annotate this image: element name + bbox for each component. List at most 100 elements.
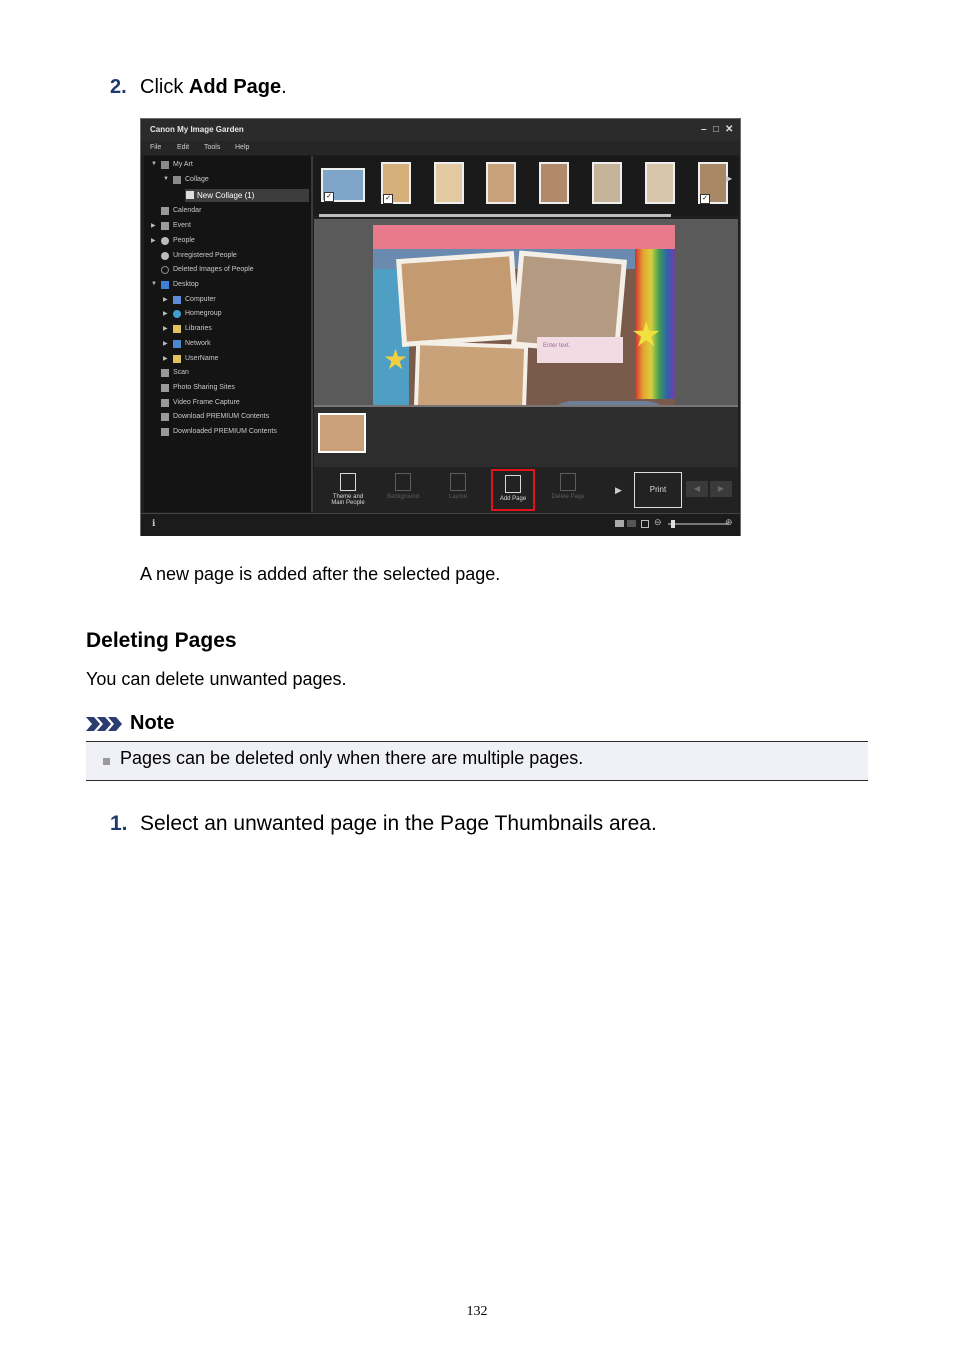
page-thumbnails-area	[314, 405, 738, 469]
downloaded-icon	[161, 428, 169, 436]
menu-help[interactable]: Help	[235, 144, 249, 151]
toolbar-expand-icon[interactable]: ▶	[615, 485, 622, 496]
section-intro: You can delete unwanted pages.	[86, 669, 347, 689]
theme-main-people-button[interactable]: Theme and Main People	[326, 469, 370, 511]
collage-text-placeholder[interactable]: Enter text.	[543, 343, 570, 349]
tree-item-download-premium[interactable]: Download PREMIUM Contents	[161, 413, 269, 421]
menu-file[interactable]: File	[150, 144, 161, 151]
menu-bar: File Edit Tools Help	[141, 141, 740, 155]
homegroup-icon	[173, 310, 181, 318]
bullet-icon	[103, 758, 110, 765]
zoom-slider[interactable]	[668, 523, 728, 525]
tree-item-video-frame-capture[interactable]: Video Frame Capture	[161, 399, 240, 407]
deleted-people-icon	[161, 266, 169, 274]
libraries-icon	[173, 325, 181, 333]
layout-icon	[450, 473, 466, 491]
tree-item-username[interactable]: ▶ UserName	[163, 355, 218, 363]
forward-icon[interactable]: ▶	[710, 481, 732, 497]
close-icon[interactable]: ✕	[725, 124, 733, 135]
tree-item-desktop[interactable]: ▼ Desktop	[151, 281, 199, 289]
tree-item-deleted-people[interactable]: Deleted Images of People	[161, 266, 254, 274]
add-page-button[interactable]: Add Page	[491, 469, 535, 511]
step-text-pre: Click	[140, 76, 189, 98]
step-text-bold: Add Page	[188, 76, 282, 98]
zoom-in-icon[interactable]: ⊕	[725, 517, 733, 528]
tree-item-collage[interactable]: ▼ Collage	[163, 176, 209, 184]
tree-item-new-collage[interactable]: New Collage (1)	[185, 189, 309, 202]
thumbnail[interactable]	[645, 162, 675, 204]
info-icon[interactable]: ℹ	[152, 518, 155, 529]
page-thumbnail-selected[interactable]	[318, 413, 366, 453]
people-icon	[161, 237, 169, 245]
thumbnail[interactable]	[592, 162, 622, 204]
note-title: Note	[130, 712, 175, 734]
event-icon	[161, 222, 169, 230]
star-decoration: ★	[383, 344, 409, 375]
view-mode-icon[interactable]	[615, 520, 624, 527]
zoom-slider-handle[interactable]	[671, 520, 675, 528]
tree-item-computer[interactable]: ▶ Computer	[163, 296, 216, 304]
print-button[interactable]: Print	[634, 472, 682, 508]
tree-item-unregistered-people[interactable]: Unregistered People	[161, 252, 237, 260]
collage-item-icon	[186, 191, 194, 199]
navigation-tree: ▼ My Art ▼ Collage New Collage (1) Calenda…	[144, 156, 313, 512]
step-1: 1. Select an unwanted page in the Page T…	[110, 812, 810, 840]
tree-item-people[interactable]: ▶ People	[151, 237, 195, 245]
theme-icon	[340, 473, 356, 491]
thumbnail[interactable]	[434, 162, 464, 204]
thumbnail[interactable]: ✓	[381, 162, 411, 204]
menu-edit[interactable]: Edit	[177, 144, 189, 151]
collage-icon	[173, 176, 181, 184]
step-text-post: .	[281, 76, 287, 98]
step-number: 2.	[110, 76, 127, 98]
section-title: Deleting Pages	[86, 629, 237, 652]
layout-button[interactable]: Layout	[436, 469, 480, 511]
background-button[interactable]: Background	[381, 469, 425, 511]
tree-item-my-art[interactable]: ▼ My Art	[151, 161, 193, 169]
maximize-icon[interactable]: □	[713, 124, 719, 135]
scan-icon	[161, 369, 169, 377]
thumbnail[interactable]	[539, 162, 569, 204]
app-titlebar: Canon My Image Garden – □ ✕	[141, 119, 740, 141]
back-icon[interactable]: ◀	[686, 481, 708, 497]
view-mode-icon[interactable]	[627, 520, 636, 527]
video-capture-icon	[161, 399, 169, 407]
tree-item-network[interactable]: ▶ Network	[163, 340, 211, 348]
step-2: 2. Click Add Page.	[110, 76, 710, 102]
page-number: 132	[466, 1304, 488, 1319]
photo-sharing-icon	[161, 384, 169, 392]
thumbnail[interactable]: ✓	[321, 168, 365, 202]
thumbnail[interactable]: ✓	[698, 162, 728, 204]
network-icon	[173, 340, 181, 348]
delete-page-icon	[560, 473, 576, 491]
scroll-right-icon[interactable]: ▶	[726, 174, 732, 183]
unregistered-people-icon	[161, 252, 169, 260]
desktop-icon	[161, 281, 169, 289]
edit-toolbar: Theme and Main People Background Layout …	[314, 467, 738, 513]
note-item: Pages can be deleted only when there are…	[120, 748, 584, 768]
status-bar: ℹ ⊖ ⊕	[141, 513, 740, 536]
thumbnail[interactable]	[486, 162, 516, 204]
tree-item-event[interactable]: ▶ Event	[151, 222, 191, 230]
step-text: Select an unwanted page in the Page Thum…	[140, 812, 657, 835]
app-screenshot: Canon My Image Garden – □ ✕ File Edit To…	[140, 118, 741, 536]
calendar-icon	[161, 207, 169, 215]
tree-item-homegroup[interactable]: ▶ Homegroup	[163, 310, 222, 318]
user-folder-icon	[173, 355, 181, 363]
step-number: 1.	[110, 812, 128, 835]
fit-icon[interactable]	[641, 520, 649, 528]
thumbnail-scrollbar[interactable]	[319, 214, 671, 217]
delete-page-button[interactable]: Delete Page	[546, 469, 590, 511]
background-icon	[395, 473, 411, 491]
zoom-out-icon[interactable]: ⊖	[654, 517, 662, 528]
tree-item-scan[interactable]: Scan	[161, 369, 189, 377]
minimize-icon[interactable]: –	[701, 124, 707, 135]
item-thumbnails: ✓ ✓ ✓ ▶	[314, 156, 738, 216]
menu-tools[interactable]: Tools	[204, 144, 220, 151]
tree-item-downloaded-premium[interactable]: Downloaded PREMIUM Contents	[161, 428, 277, 436]
tree-item-photo-sharing[interactable]: Photo Sharing Sites	[161, 384, 235, 392]
caption: A new page is added after the selected p…	[140, 564, 501, 584]
tree-item-libraries[interactable]: ▶ Libraries	[163, 325, 212, 333]
add-page-icon	[505, 475, 521, 493]
tree-item-calendar[interactable]: Calendar	[161, 207, 201, 215]
